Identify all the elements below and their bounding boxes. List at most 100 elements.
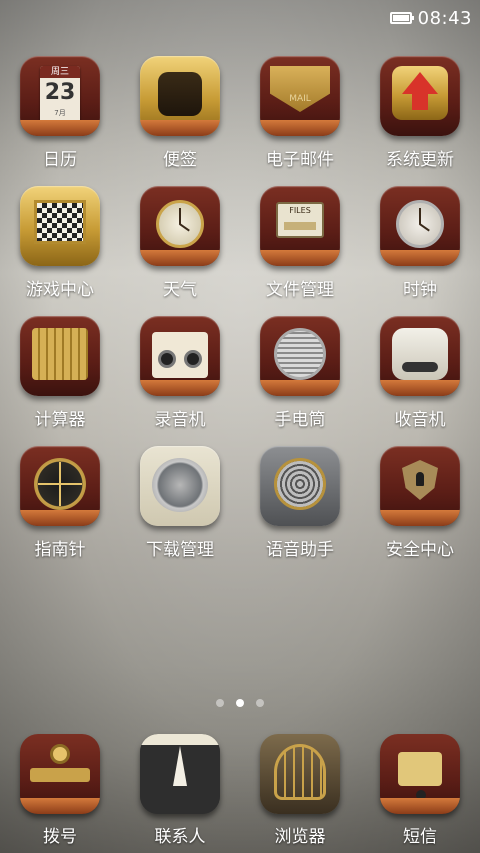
app-recorder[interactable]: 录音机 bbox=[120, 316, 240, 446]
tape-reel-right bbox=[184, 350, 202, 368]
weather-icon[interactable] bbox=[140, 186, 220, 266]
contacts-icon[interactable] bbox=[140, 734, 220, 814]
flashlight-icon[interactable] bbox=[260, 316, 340, 396]
icon-trim bbox=[20, 120, 100, 136]
status-time: 08:43 bbox=[417, 7, 472, 29]
icon-trim bbox=[260, 120, 340, 136]
dock-phone[interactable]: 拨号 bbox=[0, 734, 120, 853]
app-radio[interactable]: 收音机 bbox=[360, 316, 480, 446]
up-arrow-icon bbox=[402, 72, 438, 94]
app-label: 下载管理 bbox=[146, 540, 214, 560]
app-label: 便签 bbox=[163, 150, 197, 170]
recorder-icon[interactable] bbox=[140, 316, 220, 396]
app-grid: 周三 23 7月 日历 便签 MAIL 电子邮件 系统更新 游戏中心 天气 FI… bbox=[0, 56, 480, 576]
compass-rose bbox=[34, 458, 86, 510]
icon-trim bbox=[260, 380, 340, 396]
app-label: 时钟 bbox=[403, 280, 437, 300]
calendar-icon[interactable]: 周三 23 7月 bbox=[20, 56, 100, 136]
dock-label: 浏览器 bbox=[274, 827, 326, 847]
dock-browser[interactable]: 浏览器 bbox=[240, 734, 360, 853]
page-dot-active[interactable] bbox=[236, 699, 244, 707]
notes-icon[interactable] bbox=[140, 56, 220, 136]
barometer-dial bbox=[156, 200, 204, 248]
icon-trim bbox=[380, 798, 460, 814]
app-label: 日历 bbox=[43, 150, 77, 170]
telegraph-key bbox=[398, 752, 442, 800]
messages-icon[interactable] bbox=[380, 734, 460, 814]
phone-icon[interactable] bbox=[20, 734, 100, 814]
dock-label: 拨号 bbox=[43, 827, 77, 847]
status-bar: 08:43 bbox=[0, 0, 480, 36]
abacus bbox=[32, 328, 88, 380]
phone-dial bbox=[50, 744, 70, 764]
calendar-page: 周三 23 7月 bbox=[40, 66, 80, 124]
dock-messages[interactable]: 短信 bbox=[360, 734, 480, 853]
app-calendar[interactable]: 周三 23 7月 日历 bbox=[0, 56, 120, 186]
page-dot[interactable] bbox=[256, 699, 264, 707]
app-label: 天气 bbox=[163, 280, 197, 300]
app-clock[interactable]: 时钟 bbox=[360, 186, 480, 316]
app-label: 手电筒 bbox=[274, 410, 326, 430]
voice-assistant-icon[interactable] bbox=[260, 446, 340, 526]
dock-label: 短信 bbox=[403, 827, 437, 847]
icon-trim bbox=[140, 380, 220, 396]
system-update-icon[interactable] bbox=[380, 56, 460, 136]
app-label: 文件管理 bbox=[266, 280, 334, 300]
tape-reel-left bbox=[158, 350, 176, 368]
lamp-grille bbox=[274, 328, 326, 380]
icon-trim bbox=[140, 120, 220, 136]
battery-icon bbox=[389, 12, 414, 24]
calendar-month: 7月 bbox=[54, 109, 66, 117]
icon-trim bbox=[380, 380, 460, 396]
app-label: 指南针 bbox=[34, 540, 86, 560]
compass-icon[interactable] bbox=[20, 446, 100, 526]
microphone-grille bbox=[274, 458, 326, 510]
calculator-icon[interactable] bbox=[20, 316, 100, 396]
icon-trim bbox=[380, 510, 460, 526]
up-arrow-stem bbox=[412, 94, 428, 110]
app-flashlight[interactable]: 手电筒 bbox=[240, 316, 360, 446]
radio-icon[interactable] bbox=[380, 316, 460, 396]
app-game-center[interactable]: 游戏中心 bbox=[0, 186, 120, 316]
game-center-icon[interactable] bbox=[20, 186, 100, 266]
mail-icon[interactable]: MAIL bbox=[260, 56, 340, 136]
calendar-day: 23 bbox=[44, 80, 76, 105]
suit-figure bbox=[140, 734, 220, 814]
notes-plaque bbox=[158, 72, 202, 116]
icon-trim bbox=[380, 250, 460, 266]
download-manager-icon[interactable] bbox=[140, 446, 220, 526]
app-security-center[interactable]: 安全中心 bbox=[360, 446, 480, 576]
icon-trim bbox=[20, 510, 100, 526]
chessboard bbox=[34, 200, 86, 244]
page-indicator bbox=[0, 699, 480, 707]
icon-trim bbox=[140, 250, 220, 266]
icon-trim bbox=[20, 798, 100, 814]
clock-face bbox=[396, 200, 444, 248]
app-weather[interactable]: 天气 bbox=[120, 186, 240, 316]
app-label: 计算器 bbox=[34, 410, 86, 430]
dock-label: 联系人 bbox=[154, 827, 206, 847]
files-engraving: FILES bbox=[289, 206, 311, 215]
dock: 拨号 联系人 浏览器 短信 bbox=[0, 734, 480, 853]
app-calculator[interactable]: 计算器 bbox=[0, 316, 120, 446]
browser-icon[interactable] bbox=[260, 734, 340, 814]
vault-dial bbox=[152, 458, 208, 512]
app-system-update[interactable]: 系统更新 bbox=[360, 56, 480, 186]
app-file-manager[interactable]: FILES 文件管理 bbox=[240, 186, 360, 316]
mail-flap bbox=[270, 66, 330, 112]
file-manager-icon[interactable]: FILES bbox=[260, 186, 340, 266]
app-download-manager[interactable]: 下载管理 bbox=[120, 446, 240, 576]
page-dot[interactable] bbox=[216, 699, 224, 707]
clock-icon[interactable] bbox=[380, 186, 460, 266]
app-mail[interactable]: MAIL 电子邮件 bbox=[240, 56, 360, 186]
dock-contacts[interactable]: 联系人 bbox=[120, 734, 240, 853]
app-label: 安全中心 bbox=[386, 540, 454, 560]
app-compass[interactable]: 指南针 bbox=[0, 446, 120, 576]
app-notes[interactable]: 便签 bbox=[120, 56, 240, 186]
security-center-icon[interactable] bbox=[380, 446, 460, 526]
app-voice-assistant[interactable]: 语音助手 bbox=[240, 446, 360, 576]
icon-trim bbox=[260, 250, 340, 266]
mail-engraving: MAIL bbox=[289, 94, 311, 104]
app-label: 录音机 bbox=[154, 410, 206, 430]
app-label: 电子邮件 bbox=[266, 150, 334, 170]
